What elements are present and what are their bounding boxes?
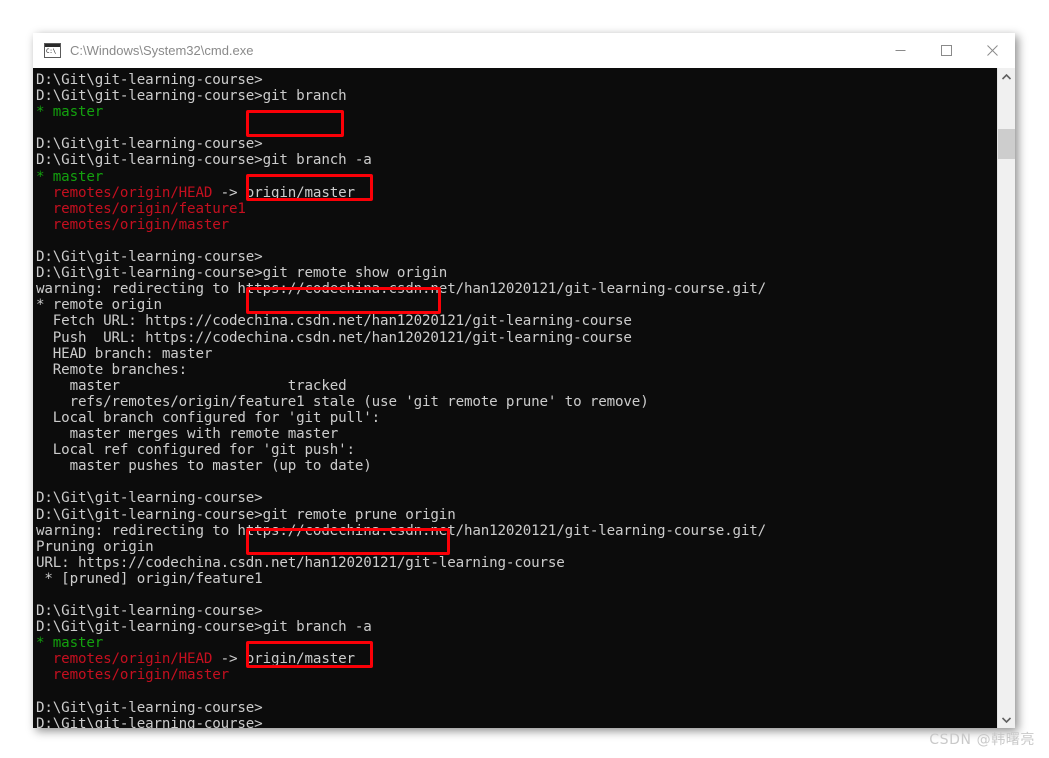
close-button[interactable] <box>969 34 1015 67</box>
terminal-line: master merges with remote master <box>36 426 339 443</box>
title-bar[interactable]: C:\Windows\System32\cmd.exe <box>33 33 1015 68</box>
terminal-line: remotes/origin/master <box>36 667 230 684</box>
close-icon <box>986 44 998 56</box>
terminal-line: D:\Git\git-learning-course>git branch -a <box>36 619 372 636</box>
terminal-line: warning: redirecting to https://codechin… <box>36 281 767 298</box>
console-body: D:\Git\git-learning-course> D:\Git\git-le… <box>33 68 1015 728</box>
chevron-down-icon <box>1002 716 1011 723</box>
terminal-line: D:\Git\git-learning-course>git remote pr… <box>36 506 456 523</box>
terminal-line: * master <box>36 635 104 652</box>
terminal-line: Local branch configured for 'git pull': <box>36 409 381 426</box>
terminal-line: * [pruned] origin/feature1 <box>36 570 263 587</box>
terminal-line: D:\Git\git-learning-course> <box>36 699 263 716</box>
csdn-watermark: CSDN @韩曙亮 <box>929 732 1035 748</box>
terminal-line: * master <box>36 168 104 185</box>
terminal-line: warning: redirecting to https://codechin… <box>36 522 767 539</box>
terminal-line: remotes/origin/HEAD -> origin/master <box>36 185 997 201</box>
chevron-up-icon <box>1002 73 1011 80</box>
terminal-line: * master <box>36 104 104 121</box>
terminal-line: refs/remotes/origin/feature1 stale (use … <box>36 393 649 410</box>
terminal-line: * remote origin <box>36 297 162 314</box>
branch-ref: remotes/origin/HEAD <box>36 184 213 201</box>
terminal-line: D:\Git\git-learning-course> <box>36 715 263 728</box>
terminal-line: D:\Git\git-learning-course>git remote sh… <box>36 265 448 282</box>
scrollbar-track[interactable] <box>998 85 1015 711</box>
terminal-line: D:\Git\git-learning-course> <box>36 72 263 88</box>
maximize-button[interactable] <box>923 34 969 67</box>
scroll-up-button[interactable] <box>998 68 1015 85</box>
terminal-line: D:\Git\git-learning-course>git branch <box>36 88 347 105</box>
terminal-line: D:\Git\git-learning-course>git branch -a <box>36 152 372 169</box>
terminal-line: remotes/origin/feature1 <box>36 200 246 217</box>
scrollbar-thumb[interactable] <box>998 129 1015 159</box>
terminal-line: D:\Git\git-learning-course> <box>36 249 263 266</box>
terminal-output[interactable]: D:\Git\git-learning-course> D:\Git\git-le… <box>33 68 997 728</box>
terminal-line: remotes/origin/HEAD -> origin/master <box>36 651 997 667</box>
terminal-line: remotes/origin/master <box>36 216 230 233</box>
terminal-line: HEAD branch: master <box>36 345 213 362</box>
vertical-scrollbar[interactable] <box>997 68 1015 728</box>
terminal-line: master pushes to master (up to date) <box>36 458 372 475</box>
window-title: C:\Windows\System32\cmd.exe <box>70 42 254 58</box>
terminal-line: D:\Git\git-learning-course> <box>36 136 263 153</box>
terminal-line: Push URL: https://codechina.csdn.net/han… <box>36 329 632 346</box>
branch-target: -> origin/master <box>212 651 355 668</box>
terminal-line: URL: https://codechina.csdn.net/han12020… <box>36 554 565 571</box>
terminal-line: D:\Git\git-learning-course> <box>36 490 263 507</box>
terminal-line: master tracked <box>36 377 347 394</box>
minimize-button[interactable] <box>877 34 923 67</box>
branch-ref: remotes/origin/HEAD <box>36 651 213 668</box>
maximize-icon <box>940 44 952 56</box>
minimize-icon <box>895 49 905 51</box>
branch-target: -> origin/master <box>212 184 355 201</box>
cmd-icon <box>44 42 61 58</box>
terminal-line: Remote branches: <box>36 361 188 378</box>
terminal-line: Pruning origin <box>36 538 154 555</box>
scroll-down-button[interactable] <box>998 711 1015 728</box>
terminal-line: D:\Git\git-learning-course> <box>36 603 263 620</box>
terminal-line: Local ref configured for 'git push': <box>36 442 355 459</box>
terminal-line: Fetch URL: https://codechina.csdn.net/ha… <box>36 313 632 330</box>
cmd-console-window: C:\Windows\System32\cmd.exe D:\Git\git-l… <box>33 33 1015 728</box>
